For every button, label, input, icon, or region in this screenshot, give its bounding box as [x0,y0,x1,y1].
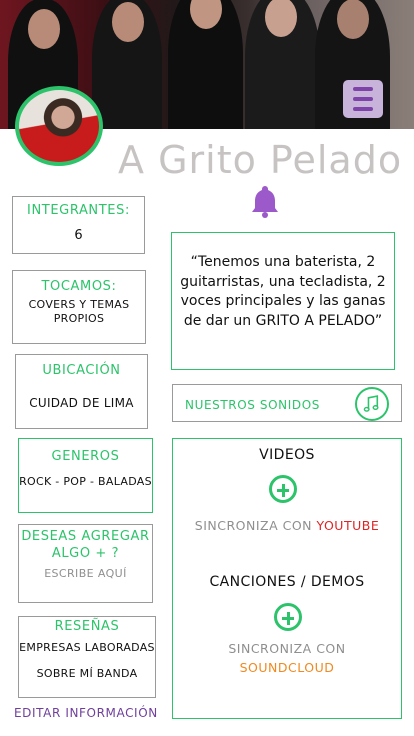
genres-label: GENEROS [51,449,120,464]
music-note-icon[interactable] [355,387,389,421]
our-sounds-bar[interactable]: NUESTROS SONIDOS [172,384,402,422]
genres-card: GENEROS ROCK - POP - BALADAS [18,438,153,513]
reviews-value-line2: SOBRE MÍ BANDA [36,667,138,680]
members-card: INTEGRANTES: 6 [12,196,145,254]
location-value: CUIDAD DE LIMA [29,396,134,410]
videos-sync-text[interactable]: SINCRONIZA CON YOUTUBE [173,516,401,535]
members-value: 6 [74,228,83,243]
bell-icon[interactable] [251,184,279,218]
reviews-label: RESEÑAS [54,619,120,634]
we-play-value-line1: COVERS Y TEMAS [28,298,130,311]
videos-sync-prefix: SINCRONIZA CON [194,518,317,533]
band-avatar[interactable] [15,86,103,166]
add-song-icon[interactable] [274,603,302,631]
reviews-value-line1: EMPRESAS LABORADAS [19,641,155,654]
location-card: UBICACIÓN CUIDAD DE LIMA [15,354,148,429]
menu-line [353,97,373,101]
we-play-card: TOCAMOS: COVERS Y TEMAS PROPIOS [12,270,146,344]
hamburger-menu-button[interactable] [343,80,383,118]
menu-line [353,107,373,111]
we-play-value-line2: PROPIOS [53,312,105,325]
add-more-label-line2: ALGO + ? [51,546,120,561]
band-name-title: A Grito Pelado [118,138,403,182]
add-video-icon[interactable] [269,475,297,503]
add-more-input-placeholder[interactable]: ESCRIBE AQUÍ [19,567,152,580]
location-label: UBICACIÓN [42,363,121,378]
band-description: “Tenemos una baterista, 2 guitarristas, … [171,232,395,370]
members-label: INTEGRANTES: [27,203,130,218]
songs-title: CANCIONES / DEMOS [209,574,365,590]
add-more-card[interactable]: DESEAS AGREGAR ALGO + ? ESCRIBE AQUÍ [18,524,153,603]
we-play-label: TOCAMOS: [41,279,117,294]
genres-value: ROCK - POP - BALADAS [19,475,152,488]
videos-title: VIDEOS [259,447,315,463]
reviews-card[interactable]: RESEÑAS EMPRESAS LABORADAS SOBRE MÍ BAND… [18,616,156,698]
add-more-label-line1: DESEAS AGREGAR [21,529,150,544]
youtube-link[interactable]: YOUTUBE [317,518,380,533]
soundcloud-link[interactable]: SOUNDCLOUD [173,658,401,677]
our-sounds-label: NUESTROS SONIDOS [185,398,320,412]
menu-line [353,87,373,91]
edit-info-link[interactable]: EDITAR INFORMACIÓN [14,706,158,720]
media-panel: VIDEOS SINCRONIZA CON YOUTUBE CANCIONES … [172,438,402,719]
songs-sync-prefix: SINCRONIZA CON [228,641,346,656]
